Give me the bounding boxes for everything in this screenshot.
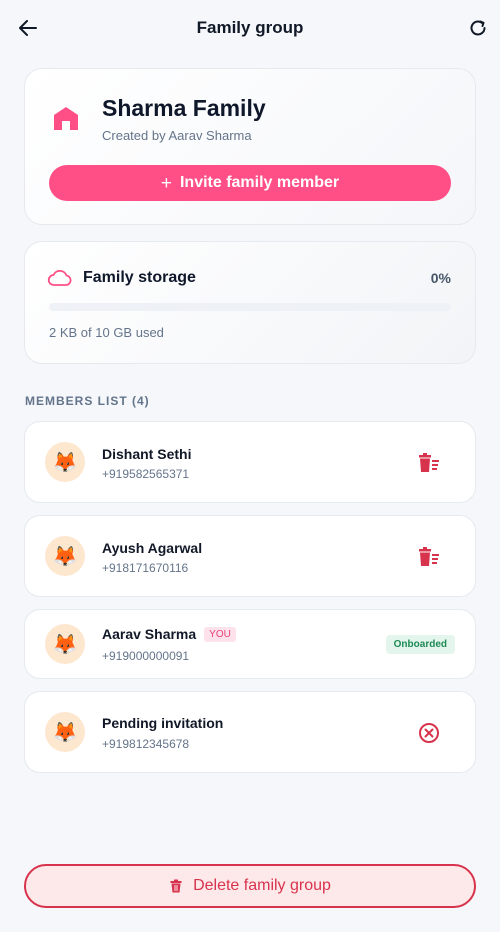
member-name-text: Aarav Sharma [102,626,197,642]
invite-member-button[interactable]: + Invite family member [49,165,451,201]
member-phone: +919000000091 [102,649,190,663]
member-card: 🦊 Pending invitation +919812345678 [24,691,476,773]
storage-progress-bar [49,303,451,311]
storage-label: Family storage [83,269,196,286]
member-phone: +919812345678 [102,737,190,751]
app-header: Family group [0,0,500,58]
avatar: 🦊 [45,536,85,576]
member-card: 🦊 Ayush Agarwal +918171670116 [24,515,476,597]
home-icon [51,103,83,135]
cancel-invite-icon[interactable] [417,721,441,745]
refresh-icon[interactable] [466,16,490,40]
delete-family-group-button[interactable]: Delete family group [24,864,476,908]
plus-icon: + [160,172,172,194]
family-creator: Created by Aarav Sharma [102,128,252,143]
member-card: 🦊 Dishant Sethi +919582565371 [24,421,476,503]
avatar: 🦊 [45,442,85,482]
member-name: Aarav Sharma YOU [102,626,236,642]
status-badge: Onboarded [385,635,455,654]
members-list-title: MEMBERS LIST (4) [25,394,150,408]
family-name: Sharma Family [102,95,266,121]
storage-used-text: 2 KB of 10 GB used [49,325,164,340]
member-name: Dishant Sethi [102,446,192,462]
delete-family-group-label: Delete family group [193,877,331,894]
storage-card: Family storage 0% 2 KB of 10 GB used [24,241,476,364]
member-name: Ayush Agarwal [102,540,203,556]
invite-member-label: Invite family member [179,174,340,191]
member-phone: +918171670116 [102,561,189,575]
family-card: Sharma Family Created by Aarav Sharma + … [24,68,476,225]
page-title: Family group [196,18,304,37]
member-name: Pending invitation [102,715,224,731]
member-phone: +919582565371 [102,467,190,481]
delete-member-icon[interactable] [417,451,441,475]
storage-percent: 0% [430,270,451,286]
cloud-icon [47,268,73,288]
avatar: 🦊 [45,624,85,664]
avatar: 🦊 [45,712,85,752]
delete-member-icon[interactable] [417,545,441,569]
you-badge: YOU [204,627,236,642]
trash-icon [169,879,183,893]
member-card: 🦊 Aarav Sharma YOU +919000000091 Onboarde… [24,609,476,679]
